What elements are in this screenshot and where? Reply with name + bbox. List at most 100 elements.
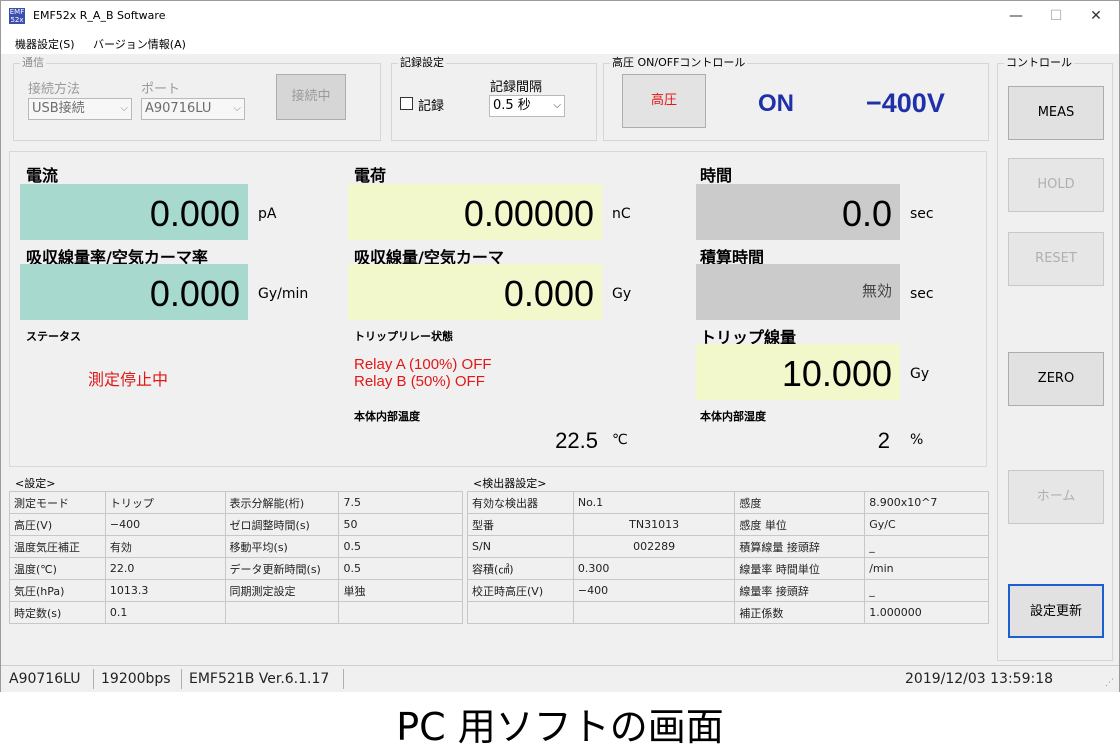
hold-button[interactable]: HOLD [1008, 158, 1104, 212]
home-button[interactable]: ホーム [1008, 470, 1104, 524]
settings-table-row: 気圧(hPa) 1013.3 同期測定設定 単独 [9, 579, 463, 602]
record-checkbox-label: 記録 [418, 99, 445, 114]
settings-table-row: 温度気圧補正 有効 移動平均(s) 0.5 [9, 535, 463, 558]
detector-table-cell: Gy/C [864, 513, 989, 536]
hv-voltage: −400V [866, 88, 945, 118]
statusbar-divider [93, 669, 94, 689]
dose-unit: Gy [612, 286, 632, 302]
interval-value: 0.5 秒 [493, 98, 531, 113]
detector-table-row: 有効な検出器 No.1 感度 8.900x10^7 [467, 491, 989, 514]
settings-table-cell: 気圧(hPa) [9, 579, 106, 602]
meas-button[interactable]: MEAS [1008, 86, 1104, 140]
comm-group: 通信 接続方法 USB接続 ⌵ ポート A90716LU ⌵ 接続中 [13, 56, 381, 141]
settings-table-cell: −400 [104, 513, 226, 536]
record-group: 記録設定 記録 記録間隔 0.5 秒 ⌵ [391, 56, 597, 141]
connect-button[interactable]: 接続中 [276, 74, 346, 120]
detector-table-cell: _ [864, 579, 989, 602]
hv-state: ON [758, 90, 794, 117]
chevron-down-icon: ⌵ [233, 103, 241, 114]
settings-table-row: 測定モード トリップ 表示分解能(桁) 7.5 [9, 491, 463, 514]
settings-table-cell: 高圧(V) [9, 513, 106, 536]
doserate-unit: Gy/min [258, 286, 309, 302]
current-unit: pA [258, 206, 277, 222]
settings-table-cell: 単独 [338, 579, 463, 602]
detector-table-cell: 感度 単位 [734, 513, 866, 536]
current-label: 電流 [26, 166, 59, 185]
time-label: 時間 [700, 166, 733, 185]
update-settings-button[interactable]: 設定更新 [1008, 584, 1104, 638]
detector-table-cell: 線量率 時間単位 [734, 557, 866, 580]
detector-table-cell: 1.000000 [864, 601, 989, 624]
detector-title: <検出器設定> [473, 477, 547, 490]
temp-value: 22.5 [555, 428, 598, 453]
charge-value: 0.00000 [348, 184, 602, 240]
detector-table: 有効な検出器 No.1 感度 8.900x10^7 型番 TN31013 感度 単位 Gy/C… [467, 491, 989, 624]
settings-table-cell: 同期測定設定 [224, 579, 340, 602]
method-value: USB接続 [32, 101, 85, 116]
zero-button[interactable]: ZERO [1008, 352, 1104, 406]
chevron-down-icon: ⌵ [120, 103, 128, 114]
detector-table-cell: 校正時高圧(V) [467, 579, 574, 602]
status-value: 測定停止中 [88, 370, 169, 389]
statusbar-datetime: 2019/12/03 13:59:18 [905, 671, 1054, 687]
relay-label: トリップリレー状態 [354, 330, 453, 343]
settings-table-cell: 温度気圧補正 [9, 535, 106, 558]
detector-table-cell [467, 601, 574, 624]
detector-table-row: 容積(㎤) 0.300 線量率 時間単位/min [467, 557, 989, 580]
statusbar-divider [181, 669, 182, 689]
chevron-down-icon: ⌵ [553, 100, 561, 111]
time-unit: sec [910, 206, 934, 222]
detector-table-cell: _ [864, 535, 989, 558]
settings-table-cell: 22.0 [104, 557, 226, 580]
detector-table-cell [572, 601, 736, 624]
menu-device-settings[interactable]: 機器設定(S) [15, 36, 75, 52]
settings-table-cell: 0.5 [338, 535, 463, 558]
settings-table-cell: 50 [338, 513, 463, 536]
temp-unit: ℃ [612, 432, 628, 448]
port-value: A90716LU [145, 101, 212, 116]
detector-table-cell: 002289 [572, 535, 736, 558]
image-caption: PC 用ソフトの画面 [396, 705, 724, 749]
app-window: EMF 52x EMF52x R_A_B Software — ☐ ✕ 機器設定(… [0, 0, 1120, 692]
relay-b-status: Relay B (50%) OFF [354, 373, 485, 390]
settings-table-cell: 有効 [104, 535, 226, 558]
high-voltage-button[interactable]: 高圧 [622, 74, 706, 128]
record-checkbox[interactable] [400, 97, 413, 110]
detector-table-row: 型番 TN31013 感度 単位 Gy/C [467, 513, 989, 536]
settings-table-cell: 時定数(s) [9, 601, 106, 624]
close-button[interactable]: ✕ [1073, 1, 1119, 32]
charge-unit: nC [612, 206, 631, 222]
trip-dose-value[interactable]: 10.000 [696, 344, 900, 400]
settings-table-cell: 0.1 [104, 601, 226, 624]
interval-select[interactable]: 0.5 秒 ⌵ [489, 95, 565, 117]
window-title: EMF52x R_A_B Software [33, 9, 166, 22]
detector-table-cell: 型番 [467, 513, 574, 536]
detector-table-row: S/N 002289 積算線量 接頭辞 _ [467, 535, 989, 558]
settings-table-row: 温度(℃) 22.0 データ更新時間(s) 0.5 [9, 557, 463, 580]
time-value: 0.0 [696, 184, 900, 240]
humidity-unit: % [910, 432, 924, 448]
resize-grip-icon[interactable]: ⋰ [1105, 678, 1114, 688]
statusbar-divider [343, 669, 344, 689]
temp-label: 本体内部温度 [354, 410, 420, 423]
reset-button[interactable]: RESET [1008, 232, 1104, 286]
interval-label: 記録間隔 [490, 80, 543, 95]
statusbar-port: A90716LU [9, 671, 81, 687]
dose-value: 0.000 [348, 264, 602, 320]
menu-version-info[interactable]: バージョン情報(A) [93, 36, 186, 52]
detector-table-cell: /min [864, 557, 989, 580]
settings-table-cell: トリップ [104, 491, 226, 514]
settings-table-cell: データ更新時間(s) [224, 557, 340, 580]
hv-group-label: 高圧 ON/OFFコントロール [610, 56, 748, 70]
app-logo-icon: EMF 52x [9, 8, 25, 24]
statusbar-baud: 19200bps [101, 671, 171, 687]
detector-table-cell: 容積(㎤) [467, 557, 574, 580]
port-select[interactable]: A90716LU ⌵ [141, 98, 245, 120]
trip-dose-unit: Gy [910, 366, 930, 382]
method-select[interactable]: USB接続 ⌵ [28, 98, 132, 120]
measurement-display: 電流 0.000 pA 吸収線量率/空気カーマ率 0.000 Gy/min ステ… [9, 151, 987, 467]
detector-table-cell: 有効な検出器 [467, 491, 574, 514]
title-bar: EMF 52x EMF52x R_A_B Software — ☐ ✕ [1, 1, 1119, 32]
settings-table-cell: 1013.3 [104, 579, 226, 602]
status-bar: A90716LU 19200bps EMF521B Ver.6.1.17 201… [1, 665, 1119, 692]
